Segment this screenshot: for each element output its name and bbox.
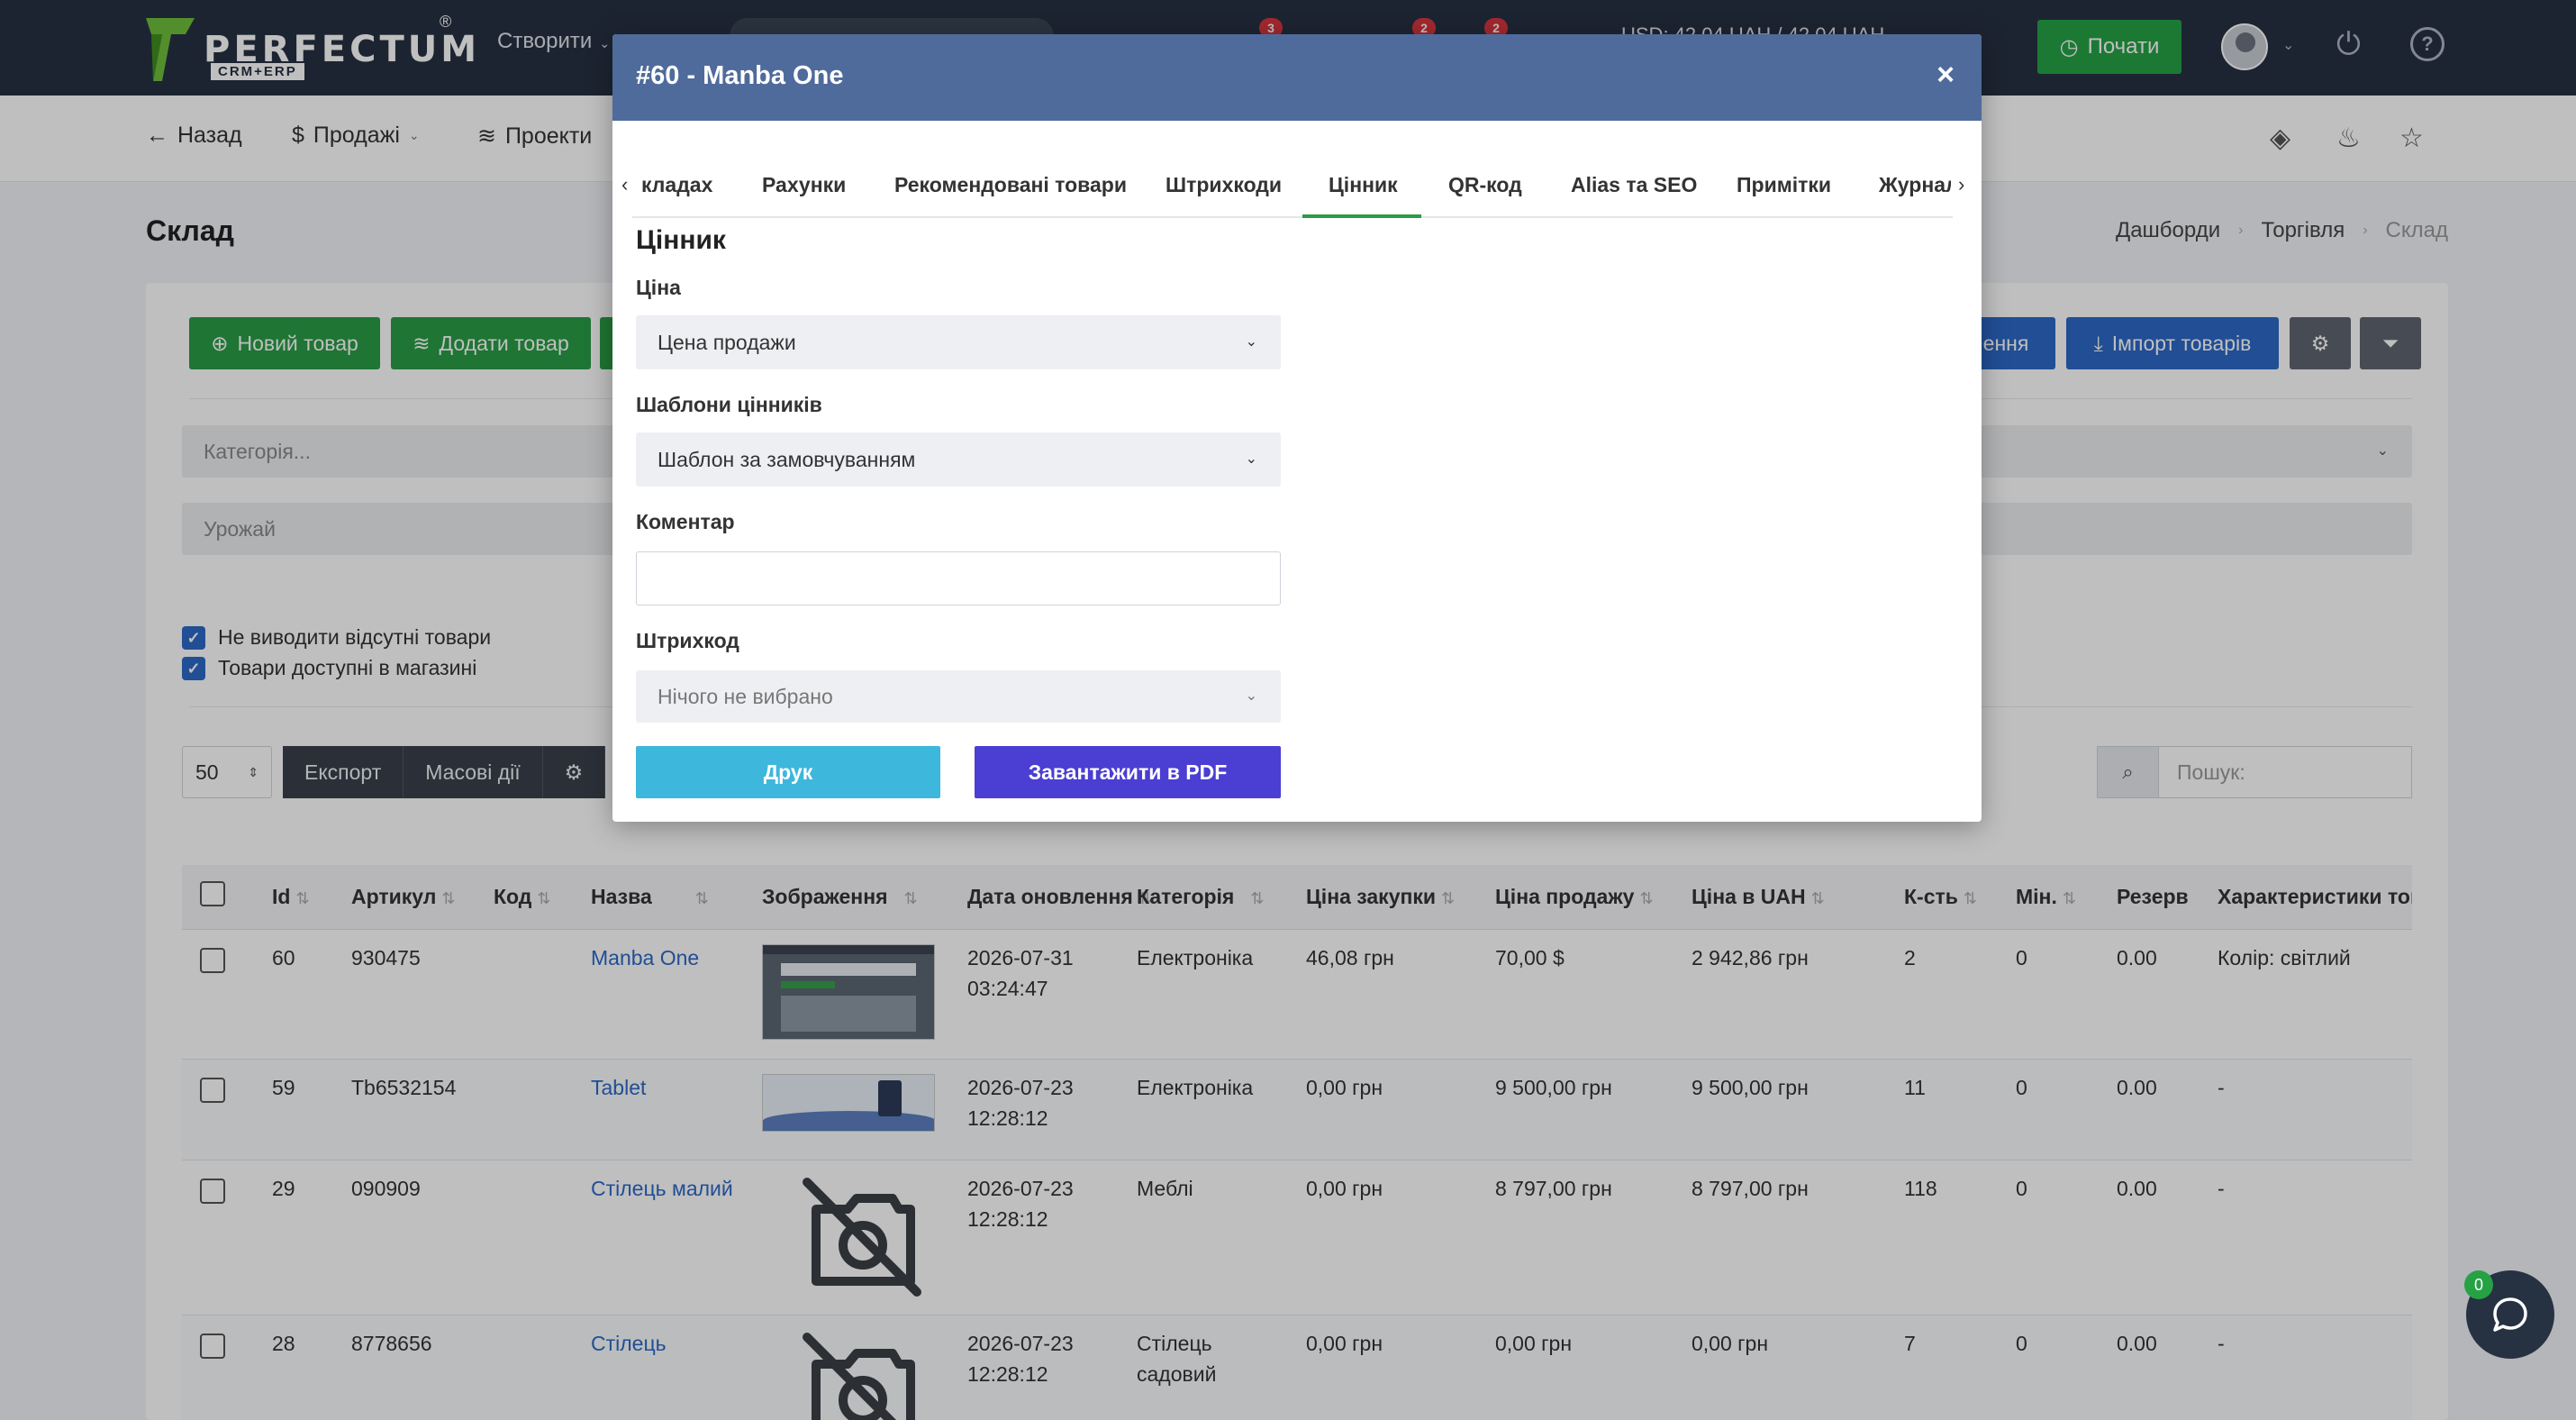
download-pdf-label: Завантажити в PDF [1028, 760, 1228, 784]
template-select-value: Шаблон за замовчуванням [658, 448, 916, 471]
modal-title: #60 - Manba One [636, 61, 844, 90]
tab-invoices[interactable]: Рахунки [762, 173, 846, 197]
chevron-right-icon[interactable]: › [1958, 173, 1964, 196]
tab-alias-seo[interactable]: Alias та SEO [1571, 173, 1697, 197]
print-button[interactable]: Друк [636, 746, 940, 798]
print-button-label: Друк [763, 760, 813, 784]
comment-input[interactable] [636, 551, 1281, 605]
chevron-left-icon[interactable]: ‹ [621, 173, 628, 196]
tabs-divider [632, 216, 1953, 218]
barcode-label: Штрихкод [636, 629, 739, 652]
chevron-down-icon: ⌄ [1245, 688, 1257, 704]
tab-barcodes[interactable]: Штрихкоди [1166, 173, 1282, 197]
modal-header: #60 - Manba One × [612, 34, 1982, 121]
download-pdf-button[interactable]: Завантажити в PDF [975, 746, 1281, 798]
barcode-select-value: Нічого не вибрано [658, 685, 833, 708]
chevron-down-icon: ⌄ [1245, 334, 1257, 350]
barcode-select[interactable]: Нічого не вибрано ⌄ [636, 670, 1281, 723]
tab-price-tag[interactable]: Цінник [1329, 173, 1398, 197]
tab-log[interactable]: Журнал [1879, 173, 1951, 197]
tab-warehouses[interactable]: кладах [641, 173, 712, 197]
product-modal: #60 - Manba One × ‹ кладах Рахунки Реком… [612, 34, 1982, 822]
price-select-value: Цена продажи [658, 331, 796, 354]
close-icon[interactable]: × [1937, 58, 1955, 93]
section-title: Цінник [636, 225, 726, 255]
template-select[interactable]: Шаблон за замовчуванням ⌄ [636, 432, 1281, 487]
tab-qr-code[interactable]: QR-код [1448, 173, 1522, 197]
templates-label: Шаблони цінників [636, 393, 822, 416]
price-select[interactable]: Цена продажи ⌄ [636, 315, 1281, 369]
chat-bubble-icon [2493, 1297, 2527, 1332]
chevron-down-icon: ⌄ [1245, 451, 1257, 467]
price-label: Ціна [636, 276, 681, 299]
comment-label: Коментар [636, 510, 735, 533]
active-tab-indicator [1302, 214, 1421, 218]
modal-tabs: ‹ кладах Рахунки Рекомендовані товари Шт… [612, 121, 1982, 218]
tab-notes[interactable]: Примітки [1737, 173, 1831, 197]
tab-recommended[interactable]: Рекомендовані товари [894, 173, 1127, 197]
chat-badge: 0 [2464, 1270, 2493, 1299]
